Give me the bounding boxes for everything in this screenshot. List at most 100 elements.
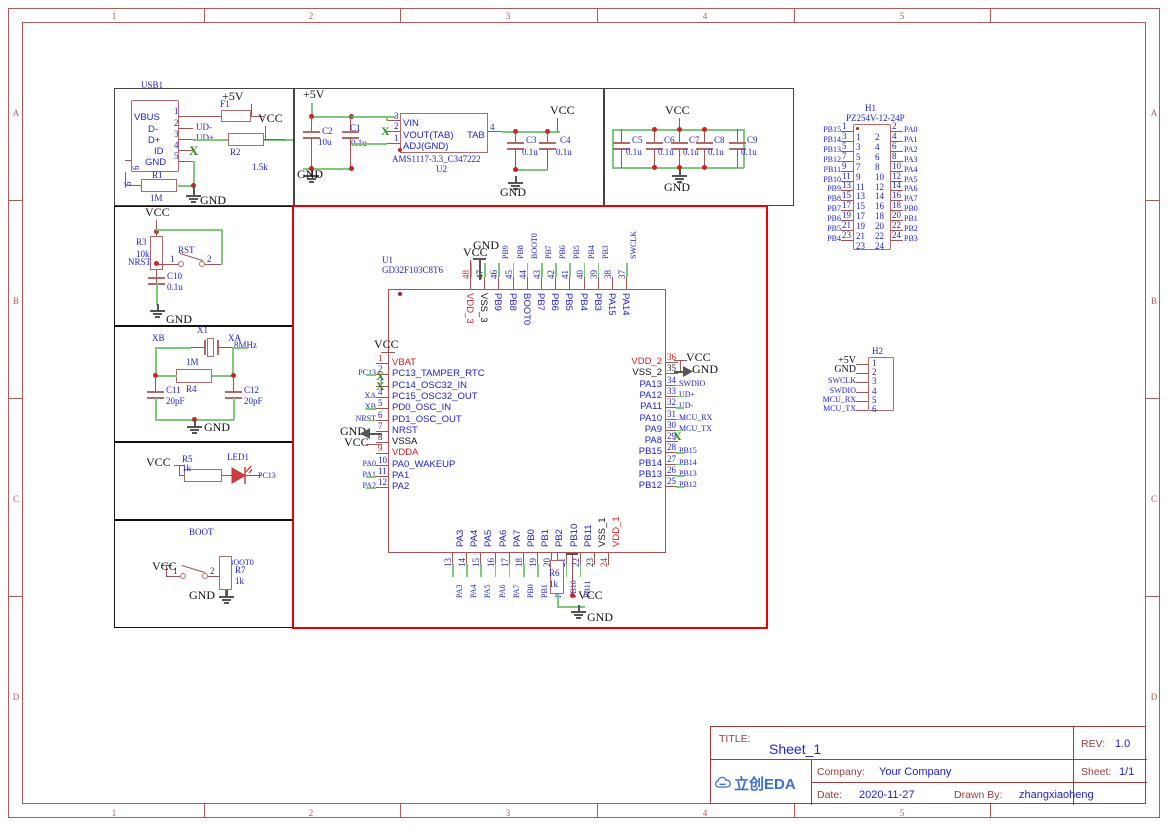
r3-refdes: R3 [136,237,147,247]
mcu-top-pin-name: PB4 [577,293,589,311]
h2-pin-stub [856,410,868,411]
tb-sheet-label: Sheet: [1081,766,1112,778]
mcu-vbat-bar [381,352,395,353]
r6-value: 1k [549,579,558,589]
junction [570,593,575,598]
net-flag-vcc-mcu-vdda: VCC [344,435,369,449]
h1-right-net-label: PB0 [904,204,918,214]
reg-vin-wire [386,116,388,121]
mcu-right-net-wire [676,452,684,454]
h1-right-net-label: PA3 [904,154,918,164]
net-flag-vcc-rst: VCC [145,205,170,219]
u2-pin-num-3: 3 [394,111,399,121]
mcu-left-net-label: PC13 [358,368,376,378]
zone-label-top-1: 1 [111,11,117,21]
usb-pin-name-2: D- [148,124,159,135]
mcu-top-pin-name: PB9 [492,293,504,311]
led-vcc-stub [179,465,180,475]
rst-switch-pin2: 2 [207,254,212,264]
mcu-vbat-stub [388,352,389,366]
boot-switch-contact-1[interactable] [180,573,186,579]
mcu-left-net-wire [366,464,376,467]
h1-right-pin-num-inner: 16 [875,201,884,212]
mcu-bottom-pin-name: VDD_1 [611,516,623,547]
r4-symbol [176,369,212,383]
led1-symbol [231,465,252,484]
c9-lead [737,149,738,168]
mcu-bottom-pin-name: PB10 [568,523,580,547]
net-flag-gnd-xtal: GND [204,420,230,434]
mcu-right-net-label: PB14 [679,457,697,467]
r3-lead [156,230,157,236]
mcu-top-pin-num: 44 [517,270,528,279]
r2-value: 1.5k [252,162,268,172]
c10-refdes: C10 [167,271,183,281]
u2-pin2-nc-icon: X [381,124,390,138]
h1-right-pin-num: 2 [892,121,897,131]
mcu-right-pin-name: PA9 [644,423,662,435]
zone-tick [1146,398,1160,399]
mcu-right-pin-num: 27 [667,453,676,464]
led1-refdes: LED1 [227,452,249,462]
c4-plate-top [539,142,556,144]
usb-refdes: USB1 [141,80,164,90]
mcu-right-pin-name: PB14 [638,457,662,469]
tb-title-value: Sheet_1 [769,741,822,757]
zone-tick [1146,200,1160,201]
c12-value: 20pF [244,396,263,406]
mcu-left-net-label: NRST [355,413,376,423]
mcu-top-pin-name: PB5 [563,293,575,311]
r2-symbol [228,133,264,146]
cloud-icon [715,776,731,788]
u2-pin-name-tab: TAB [467,130,485,141]
net-label-pc13-led: PC13 [258,471,276,480]
tb-date-value: 2020-11-27 [859,789,915,801]
zone-tick [8,398,22,399]
tb-company-label: Company: [817,766,865,778]
c8-refdes-left: C7 [689,135,700,145]
u2-refdes: U2 [436,164,447,174]
net-flag-vcc-led: VCC [146,455,171,469]
mcu-bottom-pin-name: PB1 [540,529,552,547]
r4-refdes: R4 [186,384,197,394]
c3-value: 0.1u [522,147,538,157]
c4-value: 0.1u [556,147,572,157]
usb-pin-name-5: GND [145,157,167,168]
h1-pin1-marker [856,127,859,130]
usb-vbus-wire [193,116,221,117]
h1-left-net-label: PB7 [827,204,841,214]
zone-label-right-b: B [1150,296,1157,306]
mcu-left-pin-num: 1 [378,353,383,363]
c7-plate-top [671,142,688,144]
r7-value: 1k [235,576,244,586]
h1-right-net-label: PA0 [904,125,918,134]
reg-vin-wire [353,116,387,118]
h2-pin-stub [856,391,868,393]
h1-right-pin-num: 6 [892,140,897,151]
xtal-xa-down [232,347,234,376]
h1-right-pin-num: 8 [892,150,897,161]
tb-drawn-label: Drawn By: [954,789,1003,801]
h1-left-pin-num-inner: 15 [856,201,865,212]
mcu-bottom-pin-num: 23 [585,558,595,567]
mcu-vdd2-bar [674,360,687,361]
h1-left-pin-num-inner: 1 [856,132,861,142]
mcu-top-pin-name: VSS_3 [478,293,490,323]
c6-plate-top [646,142,663,144]
tb-divider [811,782,1073,783]
c9-lead [737,129,738,142]
mcu-left-pin-num: 6 [378,409,383,420]
mcu-pin4-nc-icon: X [376,379,385,393]
mcu-bottom-pin-num: 14 [457,558,468,567]
mcu-left-pin-name: NRST [392,424,418,436]
usb-pin-stub [179,161,193,162]
net-flag-gnd-reg-out: GND [500,185,526,199]
h1-left-net-label: PB12 [823,154,841,164]
h2-pin-stub [856,382,868,384]
h1-left-pin-num: 5 [842,140,847,151]
rst-switch-contact-1[interactable] [178,261,184,267]
zone-tick [597,804,598,818]
mcu-top-net-label: PB7 [544,245,553,259]
mcu-left-pin-name: PD1_OSC_OUT [392,413,462,425]
h1-right-pin-num-inner: 22 [875,231,884,241]
